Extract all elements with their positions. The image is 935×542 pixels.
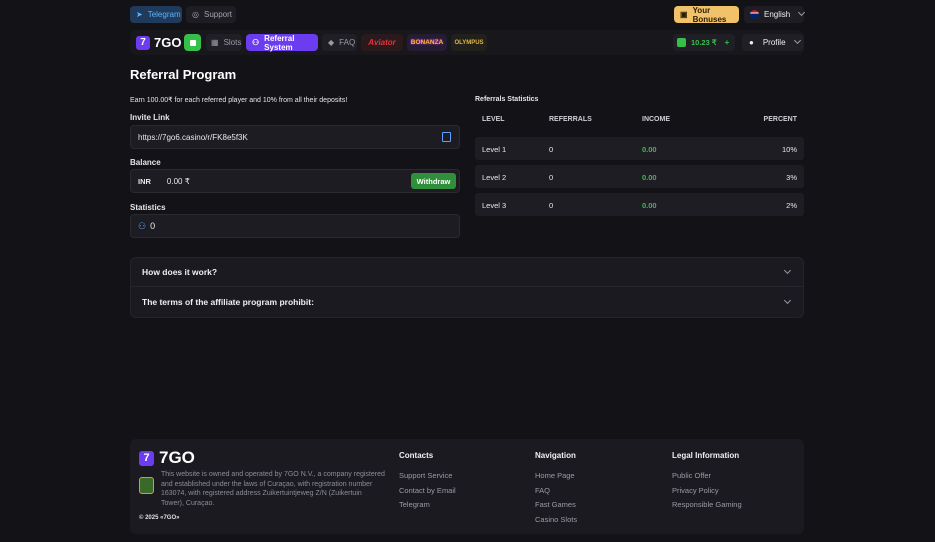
game-aviator[interactable]: Aviator: [361, 34, 403, 51]
home-icon: [189, 39, 196, 46]
chevron-down-icon: [798, 8, 806, 17]
footer-link-privacy[interactable]: Privacy Policy: [672, 486, 719, 495]
footer-link-responsible-gaming[interactable]: Responsible Gaming: [672, 500, 742, 509]
footer-link-email[interactable]: Contact by Email: [399, 486, 456, 495]
question-icon: ◆: [328, 38, 335, 47]
footer-link-public-offer[interactable]: Public Offer: [672, 471, 711, 480]
invite-link-label: Invite Link: [130, 113, 170, 122]
user-icon: ●: [749, 38, 754, 47]
accordion-item-how-it-works[interactable]: How does it work?: [130, 257, 804, 287]
footer-link-home[interactable]: Home Page: [535, 471, 575, 480]
footer-link-fast-games[interactable]: Fast Games: [535, 500, 576, 509]
deposit-plus-icon[interactable]: +: [725, 38, 730, 47]
wallet-balance[interactable]: 10.23 ₹ +: [673, 34, 735, 51]
table-row: Level 1 0 0.00 10%: [475, 137, 804, 160]
page-title: Referral Program: [130, 67, 237, 82]
license-seal-icon: [139, 477, 154, 494]
users-icon: ⚇: [252, 38, 260, 47]
balance-label: Balance: [130, 158, 161, 167]
support-button[interactable]: ◎ Support: [186, 6, 236, 23]
nav-faq[interactable]: ◆ FAQ: [322, 34, 357, 51]
footer-link-telegram[interactable]: Telegram: [399, 500, 430, 509]
footer-legal-title: Legal Information: [672, 451, 740, 460]
chevron-down-icon: [783, 296, 792, 305]
table-row: Level 2 0 0.00 3%: [475, 165, 804, 188]
nav-referral-system[interactable]: ⚇ Referral System: [246, 34, 318, 52]
language-select[interactable]: English: [744, 6, 806, 23]
footer-contacts-title: Contacts: [399, 451, 434, 460]
wallet-icon: [677, 38, 686, 47]
earn-description: Earn 100.00₹ for each referred player an…: [130, 97, 348, 104]
stats-table-header: LEVEL REFERRALS INCOME PERCENT: [482, 116, 797, 123]
withdraw-button[interactable]: Withdraw: [411, 173, 456, 189]
slots-icon: ▦: [211, 38, 219, 47]
footer-about: This website is owned and operated by 7G…: [161, 471, 385, 507]
footer-link-support[interactable]: Support Service: [399, 471, 452, 480]
copy-icon[interactable]: [442, 132, 451, 142]
uk-flag-icon: [750, 10, 759, 19]
game-olympus[interactable]: OLYMPUS: [451, 34, 487, 51]
accordion-item-terms[interactable]: The terms of the affiliate program prohi…: [130, 287, 804, 318]
footer-copyright: © 2025 «7GO»: [139, 515, 180, 521]
seven-logo-icon: 7: [136, 35, 150, 50]
table-row: Level 3 0 0.00 2%: [475, 193, 804, 216]
profile-menu[interactable]: ● Profile: [742, 34, 804, 51]
chevron-down-icon: [793, 36, 801, 45]
referrals-statistics-title: Referrals Statistics: [475, 96, 539, 103]
footer-link-casino-slots[interactable]: Casino Slots: [535, 515, 577, 524]
seven-logo-icon: 7: [139, 450, 154, 466]
invite-link-field[interactable]: https://7go6.casino/r/FK8e5f3K: [130, 125, 460, 149]
footer-navigation-title: Navigation: [535, 451, 576, 460]
statistics-label: Statistics: [130, 203, 166, 212]
chevron-down-icon: [783, 266, 792, 275]
footer-brand: 7 7GO: [139, 448, 195, 468]
gift-icon: ▣: [680, 10, 688, 19]
game-bonanza[interactable]: BONANZA: [407, 34, 447, 51]
home-button[interactable]: [184, 34, 201, 51]
statistics-field: ⚇ 0: [130, 214, 460, 238]
telegram-button[interactable]: ➤ Telegram: [130, 6, 182, 23]
brand-logo[interactable]: 7 7GO: [136, 35, 181, 50]
your-bonuses-button[interactable]: ▣ Your Bonuses: [674, 6, 739, 24]
footer-link-faq[interactable]: FAQ: [535, 486, 550, 495]
telegram-icon: ➤: [136, 10, 143, 19]
users-icon: ⚇: [138, 220, 147, 231]
support-icon: ◎: [192, 10, 199, 19]
nav-slots[interactable]: ▦ Slots: [206, 34, 242, 51]
